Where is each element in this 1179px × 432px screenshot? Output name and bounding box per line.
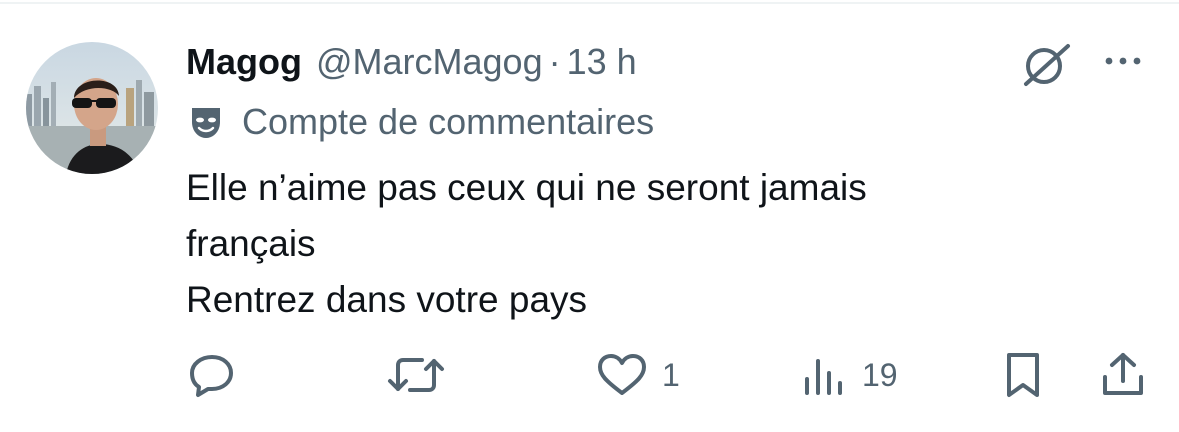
account-label: Compte de commentaires (242, 101, 655, 142)
views-button[interactable]: 19 (800, 340, 898, 410)
theater-mask-icon (192, 108, 220, 138)
tweet-text-line: Rentrez dans votre pays (186, 279, 588, 320)
reply-button[interactable] (186, 340, 238, 410)
like-button[interactable]: 1 (594, 340, 680, 410)
tweet-text-line: français (186, 223, 316, 264)
separator-dot: · (548, 41, 561, 82)
reply-icon (190, 355, 233, 397)
repost-icon (388, 358, 444, 392)
more-options-icon[interactable] (1098, 46, 1148, 76)
repost-button[interactable] (386, 340, 446, 410)
share-icon (1103, 353, 1143, 395)
tweet-text: Elle n’aime pas ceux qui ne seront jamai… (186, 160, 1146, 328)
like-count: 1 (662, 356, 680, 393)
tweet-text-line: Elle n’aime pas ceux qui ne seront jamai… (186, 167, 867, 208)
tweet-header: Magog @MarcMagog · 13 h (186, 38, 637, 86)
author-handle[interactable]: @MarcMagog (316, 41, 543, 83)
author-name[interactable]: Magog (186, 41, 302, 83)
bookmark-icon (1007, 353, 1039, 397)
timestamp[interactable]: 13 h (567, 41, 637, 83)
account-label-row: Compte de commentaires (186, 96, 654, 148)
grok-icon[interactable] (1018, 40, 1074, 88)
heart-icon (598, 354, 646, 395)
share-button[interactable] (1098, 340, 1148, 410)
avatar[interactable] (26, 42, 158, 174)
bookmark-button[interactable] (1000, 340, 1046, 410)
top-divider (0, 2, 1179, 4)
action-bar: 1 19 (0, 340, 1179, 410)
views-count: 19 (862, 356, 898, 393)
views-icon (805, 359, 842, 395)
